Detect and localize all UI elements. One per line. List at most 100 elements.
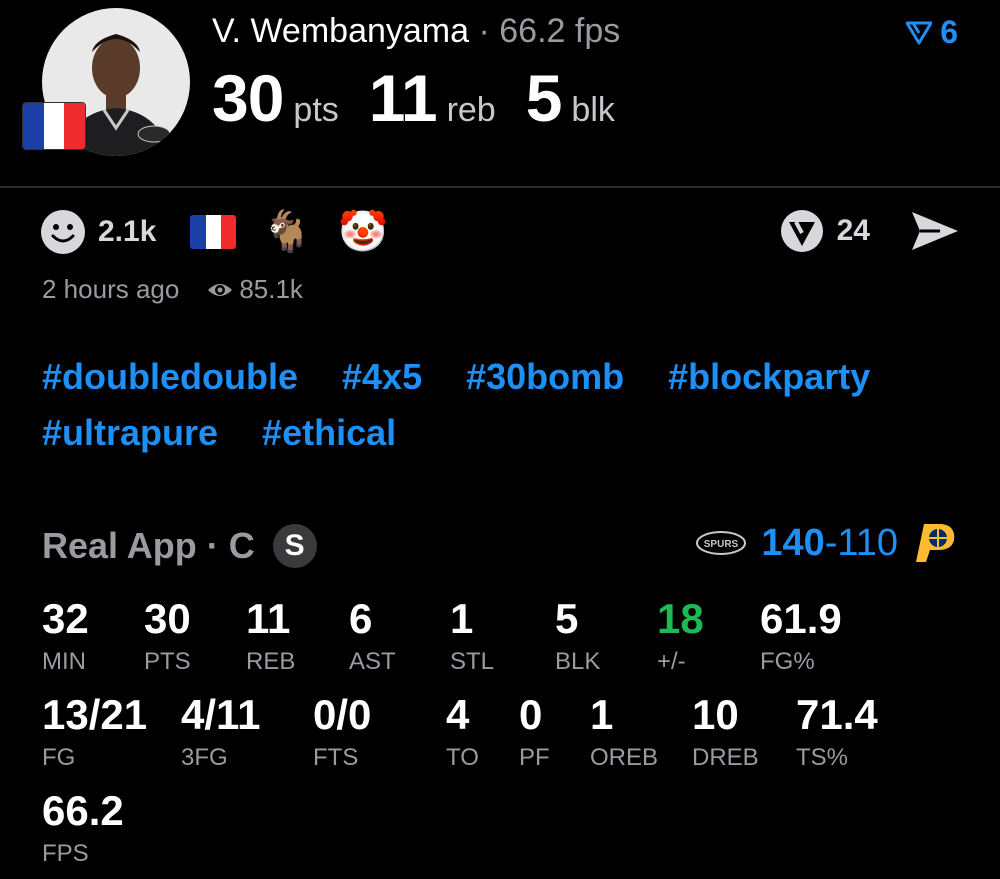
hashtag-list: #doubledouble #4x5 #30bomb #blockparty #… bbox=[42, 356, 972, 454]
stat-value: 4/11 bbox=[181, 691, 261, 738]
hashtag[interactable]: #doubledouble bbox=[42, 356, 298, 398]
team-score: 140 bbox=[761, 521, 825, 564]
headline-stat: 11 reb bbox=[369, 60, 496, 136]
game-score[interactable]: SPURS 140-110 bbox=[695, 520, 958, 566]
rank-value: 6 bbox=[940, 14, 958, 50]
stat-cell-fts: 0/0 FTS bbox=[313, 694, 371, 772]
view-count-group: 85.1k bbox=[207, 274, 303, 305]
stat-cell-oreb: 1 OREB bbox=[590, 694, 658, 772]
opponent-score: 110 bbox=[837, 521, 898, 564]
post-meta: 2 hours ago 85.1k bbox=[42, 274, 303, 305]
view-count: 85.1k bbox=[239, 274, 303, 304]
headline-stat: 30 pts bbox=[212, 60, 339, 136]
headline-label: reb bbox=[446, 91, 496, 129]
stat-label: FPS bbox=[42, 840, 89, 867]
stat-label: FTS bbox=[313, 744, 359, 771]
stat-label: BLK bbox=[555, 648, 601, 675]
smile-reaction-icon[interactable] bbox=[40, 209, 86, 255]
headline-value: 11 bbox=[368, 61, 438, 135]
headline-value: 30 bbox=[212, 61, 284, 135]
stat-label: FG% bbox=[760, 648, 815, 675]
france-flag-icon bbox=[22, 102, 86, 150]
s-badge[interactable]: S bbox=[272, 524, 317, 568]
player-name-line[interactable]: V. Wembanyama · 66.2 fps bbox=[212, 12, 620, 51]
share-button[interactable] bbox=[910, 208, 960, 259]
stat-label: TS% bbox=[796, 744, 849, 771]
stat-value: 1 bbox=[590, 691, 614, 738]
stat-value: 18 bbox=[657, 595, 704, 642]
rank-badge[interactable]: 6 bbox=[906, 14, 958, 51]
stat-value: 30 bbox=[144, 595, 191, 642]
stat-label: +/- bbox=[657, 648, 686, 675]
comment-count: 24 bbox=[836, 214, 870, 247]
stat-cell-to: 4 TO bbox=[446, 694, 479, 772]
stat-value: 1 bbox=[450, 595, 474, 642]
rank-arrow-icon bbox=[906, 21, 933, 44]
goat-reaction-icon[interactable]: 🐐 bbox=[262, 208, 312, 255]
stat-cell-pf: 0 PF bbox=[519, 694, 550, 772]
stat-value: 32 bbox=[42, 595, 89, 642]
stat-cell-min: 32 MIN bbox=[42, 598, 89, 676]
eye-icon bbox=[208, 283, 233, 296]
stat-label: OREB bbox=[590, 744, 659, 771]
headline-value: 5 bbox=[525, 61, 563, 135]
spurs-logo-text: SPURS bbox=[704, 539, 739, 550]
source-row: Real App · C S bbox=[42, 524, 317, 568]
stat-value: 6 bbox=[349, 595, 373, 642]
stat-value: 5 bbox=[555, 595, 579, 642]
smile-count: 2.1k bbox=[98, 214, 157, 248]
stat-label: AST bbox=[349, 648, 396, 675]
france-flag-reaction-icon[interactable] bbox=[190, 214, 237, 249]
stat-cell-plus-minus: 18 +/- bbox=[657, 598, 704, 676]
stat-cell-ast: 6 AST bbox=[349, 598, 396, 676]
player-name[interactable]: V. Wembanyama bbox=[212, 12, 469, 50]
stat-cell-fps: 66.2 FPS bbox=[42, 790, 124, 868]
stat-value: 11 bbox=[246, 595, 291, 642]
stat-label: FG bbox=[42, 744, 76, 771]
headline-stats: 30 pts 11 reb 5 blk bbox=[212, 60, 615, 136]
stat-label: DREB bbox=[692, 744, 759, 771]
stat-value: 13/21 bbox=[42, 691, 148, 738]
headline-stat: 5 blk bbox=[526, 60, 615, 136]
hashtag[interactable]: #ultrapure bbox=[42, 412, 218, 454]
stat-value: 0 bbox=[519, 691, 543, 738]
stat-label: TO bbox=[446, 744, 479, 771]
hashtag[interactable]: #ethical bbox=[262, 412, 396, 454]
stat-label: PTS bbox=[144, 648, 191, 675]
send-icon bbox=[912, 212, 958, 250]
source-separator: · bbox=[206, 525, 219, 566]
header-fps: 66.2 fps bbox=[499, 12, 621, 50]
stat-value: 61.9 bbox=[760, 595, 842, 642]
headline-label: blk bbox=[571, 91, 615, 129]
reaction-bar: 2.1k 🐐 🤡 bbox=[40, 208, 414, 255]
stat-value: 71.4 bbox=[796, 691, 878, 738]
headline-label: pts bbox=[293, 91, 339, 129]
stat-value: 0/0 bbox=[313, 691, 372, 738]
stat-value: 66.2 bbox=[42, 787, 124, 834]
hashtag[interactable]: #30bomb bbox=[466, 356, 624, 398]
header-divider bbox=[0, 186, 1000, 188]
comments-button[interactable]: 24 bbox=[779, 208, 870, 254]
post-time: 2 hours ago bbox=[42, 274, 180, 304]
stat-cell-ts-pct: 71.4 TS% bbox=[796, 694, 878, 772]
stat-cell-pts: 30 PTS bbox=[144, 598, 191, 676]
stat-label: STL bbox=[450, 648, 495, 675]
pacers-logo-icon bbox=[916, 524, 955, 562]
stat-cell-fg-pct: 61.9 FG% bbox=[760, 598, 842, 676]
comment-icon bbox=[780, 210, 823, 252]
stat-label: PF bbox=[519, 744, 550, 771]
stat-cell-fg: 13/21 FG bbox=[42, 694, 147, 772]
hashtag[interactable]: #blockparty bbox=[668, 356, 870, 398]
score-dash: - bbox=[824, 521, 838, 564]
spurs-logo-icon: SPURS bbox=[696, 531, 747, 555]
stat-cell-stl: 1 STL bbox=[450, 598, 494, 676]
source-name: Real App bbox=[42, 525, 197, 566]
clown-reaction-icon[interactable]: 🤡 bbox=[338, 208, 388, 255]
name-separator: · bbox=[478, 12, 490, 50]
stat-cell-reb: 11 REB bbox=[246, 598, 295, 676]
stat-cell-3fg: 4/11 3FG bbox=[181, 694, 260, 772]
stat-cell-dreb: 10 DREB bbox=[692, 694, 759, 772]
stat-value: 4 bbox=[446, 691, 470, 738]
stat-label: 3FG bbox=[181, 744, 228, 771]
hashtag[interactable]: #4x5 bbox=[342, 356, 422, 398]
